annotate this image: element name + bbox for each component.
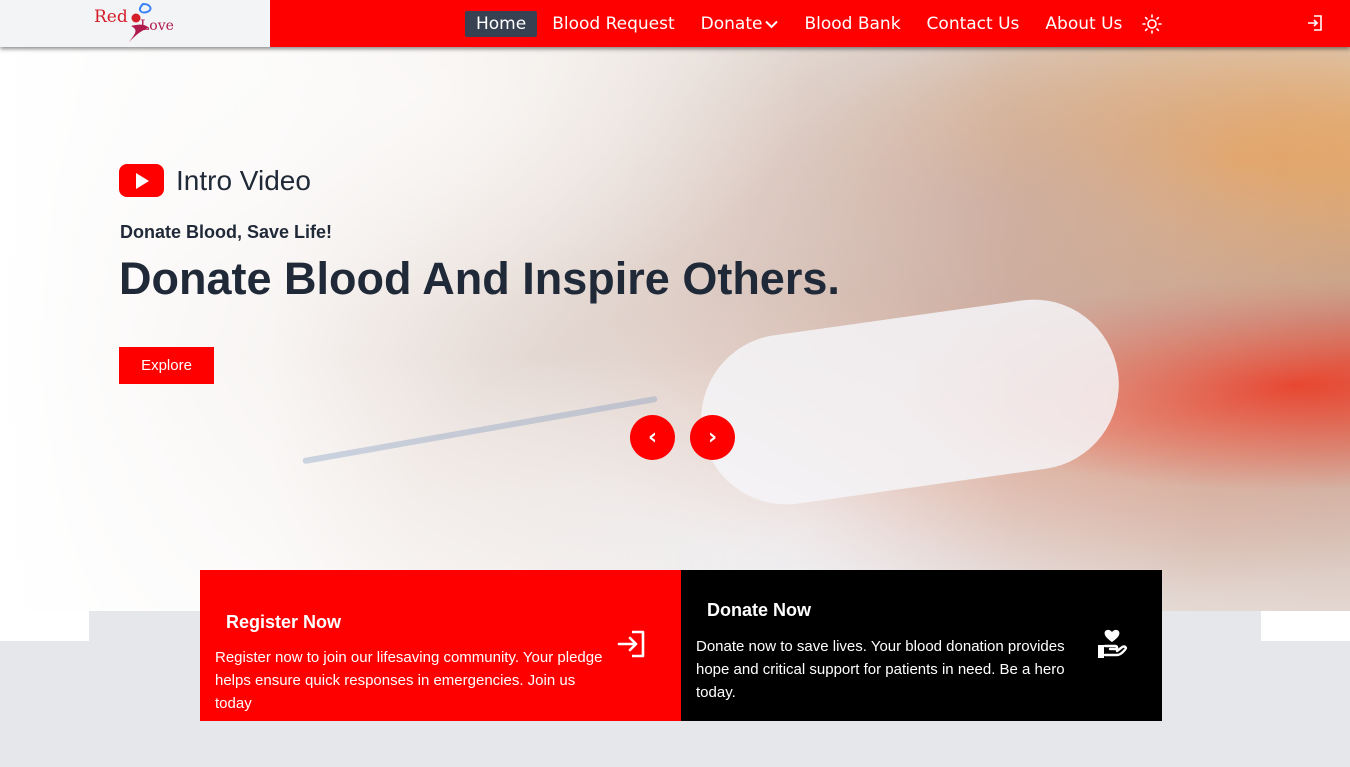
theme-toggle-button[interactable] (1141, 13, 1163, 35)
brand-logo-link[interactable]: Red Love (0, 0, 270, 47)
login-icon (1308, 15, 1322, 31)
nav-item-home[interactable]: Home (465, 11, 538, 37)
login-button[interactable] (1306, 14, 1324, 32)
main-nav: Home Blood Request Donate Blood Bank Con… (465, 11, 1163, 37)
sun-icon (1142, 14, 1163, 34)
nav-item-blood-bank[interactable]: Blood Bank (793, 11, 911, 37)
intro-video-label: Intro Video (176, 164, 311, 196)
hand-holding-heart-icon[interactable] (1095, 628, 1129, 662)
hero-carousel: Intro Video Donate Blood, Save Life! Don… (0, 47, 1350, 611)
donate-card-title: Donate Now (707, 600, 812, 620)
logo-word-love: Love (140, 18, 174, 34)
nav-item-contact-us[interactable]: Contact Us (916, 11, 1031, 37)
navbar: Red Love Home Blood Request Donate Blood… (0, 0, 1350, 47)
section-divider-right (1261, 611, 1350, 641)
logo-word-red: Red (94, 7, 128, 27)
nav-item-label: Contact Us (926, 14, 1020, 34)
logo: Red Love (92, 2, 182, 44)
nav-item-label: About Us (1045, 14, 1123, 34)
donate-now-card[interactable]: Donate Now Donate now to save lives. You… (681, 570, 1162, 721)
nav-item-donate[interactable]: Donate (690, 11, 790, 37)
nav-item-label: Blood Bank (804, 14, 901, 34)
explore-button[interactable]: Explore (119, 347, 214, 384)
register-card-title: Register Now (226, 612, 342, 632)
hero-background-image (690, 288, 1130, 516)
section-divider-left (0, 611, 89, 641)
hero-headline: Donate Blood And Inspire Others. (119, 253, 840, 304)
hero-background-detail (302, 395, 658, 465)
youtube-play-icon (119, 164, 164, 197)
chevron-down-icon (765, 20, 779, 28)
hero-eyebrow: Donate Blood, Save Life! (120, 222, 333, 242)
nav-item-about-us[interactable]: About Us (1034, 11, 1133, 37)
nav-item-label: Home (476, 14, 527, 34)
register-card-text: Register now to join our lifesaving comm… (215, 649, 603, 712)
nav-item-blood-request[interactable]: Blood Request (541, 11, 685, 37)
donate-card-text: Donate now to save lives. Your blood don… (696, 638, 1065, 701)
sign-in-icon[interactable] (615, 627, 649, 661)
nav-item-label: Blood Request (552, 14, 675, 34)
carousel-next-button[interactable]: › (690, 415, 735, 460)
nav-item-label: Donate (700, 14, 763, 34)
carousel-prev-button[interactable]: ‹ (630, 415, 675, 460)
intro-video-link[interactable]: Intro Video (119, 164, 311, 197)
register-now-card[interactable]: Register Now Register now to join our li… (200, 570, 681, 721)
